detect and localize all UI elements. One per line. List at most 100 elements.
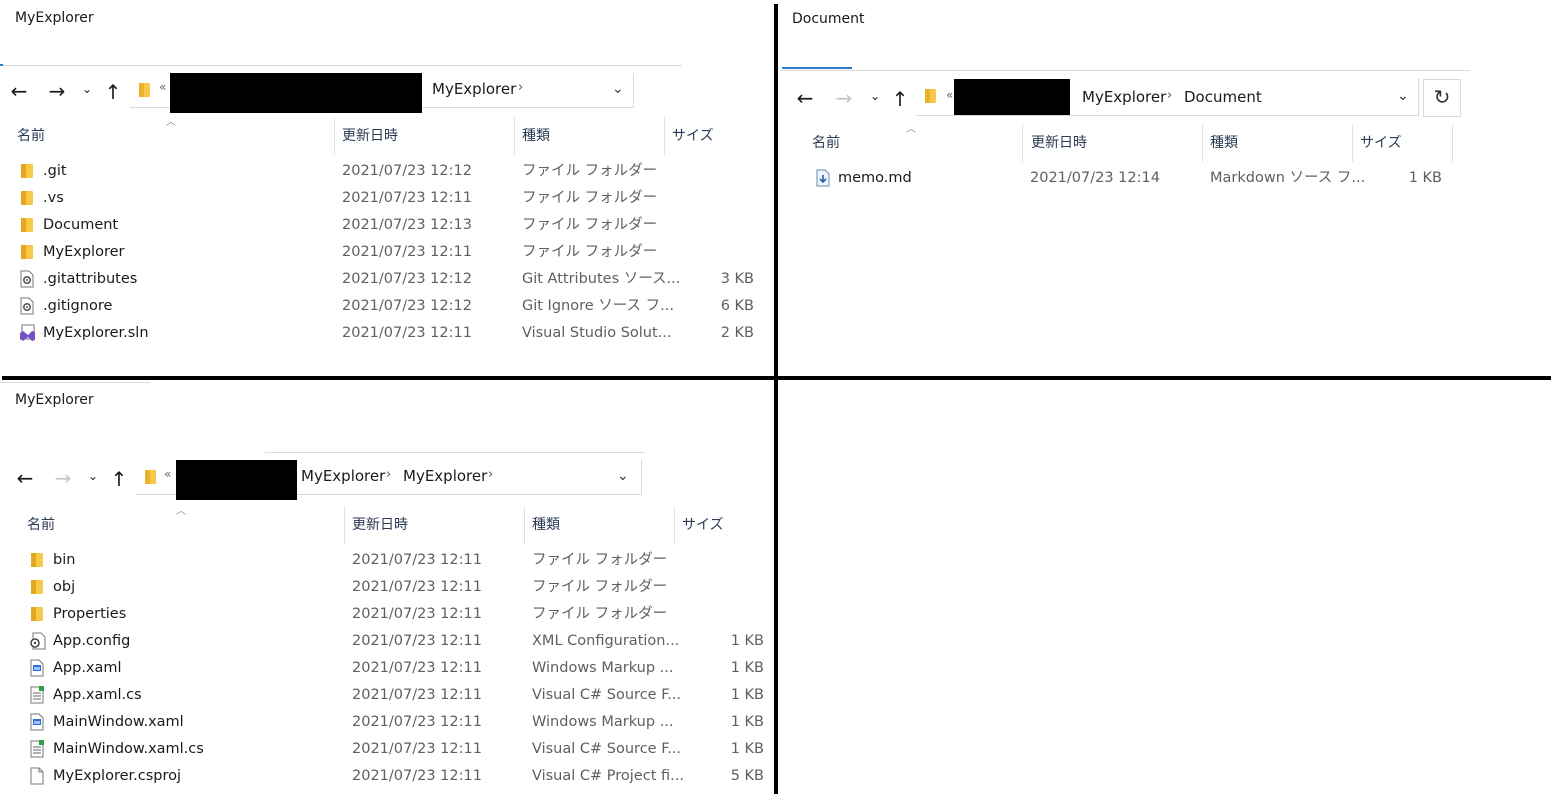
window-title: Document [792,11,865,27]
column-header-size[interactable]: サイズ [1360,132,1402,152]
folder-icon [19,162,35,180]
overflow-chevron-icon[interactable]: « [164,467,171,481]
up-button[interactable]: ↑ [889,88,911,110]
file-date: 2021/07/23 12:12 [342,163,472,179]
file-size: 1 KB [730,633,764,649]
breadcrumb-item[interactable]: Document [1184,88,1262,106]
forward-button[interactable]: → [833,87,855,109]
column-header-size[interactable]: サイズ [682,514,724,534]
recent-locations-button[interactable]: ⌄ [82,465,104,487]
file-date: 2021/07/23 12:11 [352,768,482,784]
settings-file-icon [19,297,35,315]
column-divider [1022,124,1023,162]
forward-button[interactable]: → [52,467,74,489]
explorer-pane-top-right: Document ← → ⌄ ↑ « MyExplorer › Document… [780,0,1551,378]
column-header-name[interactable]: 名前 [17,125,45,145]
refresh-button[interactable]: ↻ [1423,79,1461,117]
column-header-type[interactable]: 種類 [1210,132,1238,152]
column-divider [1202,124,1203,162]
file-type: Git Ignore ソース フ... [522,298,674,314]
up-button[interactable]: ↑ [108,468,130,490]
column-header-type[interactable]: 種類 [532,514,560,534]
column-header-date[interactable]: 更新日時 [342,125,398,145]
back-button[interactable]: ← [794,87,816,109]
address-bar[interactable]: « MyExplorer › ⌄ [130,73,634,113]
recent-locations-button[interactable]: ⌄ [864,85,886,107]
address-dropdown-icon[interactable]: ⌄ [617,468,629,484]
file-type: XML Configuration... [532,633,680,649]
back-button[interactable]: ← [8,80,30,102]
column-header-date[interactable]: 更新日時 [1031,132,1087,152]
file-type: Windows Markup ... [532,714,674,730]
ribbon-divider [780,70,1470,71]
forward-button[interactable]: → [46,80,68,102]
file-name: MainWindow.xaml.cs [53,741,204,757]
column-header-name[interactable]: 名前 [27,514,55,534]
column-header-name[interactable]: 名前 [812,132,840,152]
file-row[interactable]: bin 2021/07/23 12:11 ファイル フォルダー [0,548,770,572]
file-type: Visual C# Source F... [532,741,682,757]
file-row[interactable]: App.xaml.cs 2021/07/23 12:11 Visual C# Sou… [0,683,770,707]
back-button[interactable]: ← [14,467,36,489]
file-name: Properties [53,606,127,622]
breadcrumb-item[interactable]: MyExplorer [301,467,385,485]
column-divider [514,117,515,155]
column-header-type[interactable]: 種類 [522,125,550,145]
file-type: ファイル フォルダー [522,244,658,260]
column-header-date[interactable]: 更新日時 [352,514,408,534]
overflow-chevron-icon[interactable]: « [159,80,166,94]
breadcrumb-chevron-icon[interactable]: › [386,467,391,482]
breadcrumb-chevron-icon[interactable]: › [518,80,523,95]
file-date: 2021/07/23 12:14 [1030,170,1160,186]
file-row[interactable]: MyExplorer.sln 2021/07/23 12:11 Visual Stu… [0,321,770,345]
file-row[interactable]: .gitattributes 2021/07/23 12:12 Git Attrib… [0,267,770,291]
overflow-chevron-icon[interactable]: « [946,88,953,102]
address-bar[interactable]: « MyExplorer › MyExplorer › ⌄ [136,460,642,500]
file-row[interactable]: MyExplorer.csproj 2021/07/23 12:11 Visual … [0,764,770,788]
file-row[interactable]: memo.md 2021/07/23 12:14 Markdown ソース フ...… [780,166,1480,190]
file-date: 2021/07/23 12:11 [352,660,482,676]
file-size: 1 KB [730,687,764,703]
breadcrumb-chevron-icon[interactable]: › [488,467,493,482]
folder-icon [924,88,938,103]
file-size: 1 KB [730,714,764,730]
breadcrumb-item[interactable]: MyExplorer [1082,88,1166,106]
file-date: 2021/07/23 12:12 [342,271,472,287]
file-row[interactable]: MainWindow.xaml.cs 2021/07/23 12:11 Visual… [0,737,770,761]
file-size: 1 KB [730,741,764,757]
file-row[interactable]: .git 2021/07/23 12:12 ファイル フォルダー [0,159,770,183]
file-row[interactable]: MyExplorer 2021/07/23 12:11 ファイル フォルダー [0,240,770,264]
explorer-pane-top-left: MyExplorer ← → ⌄ ↑ « MyExplorer › ⌄ ︿ 名前… [0,0,775,378]
file-row[interactable]: App.config 2021/07/23 12:11 XML Configurat… [0,629,770,653]
file-row[interactable]: App.xaml 2021/07/23 12:11 Windows Markup .… [0,656,770,680]
file-row[interactable]: obj 2021/07/23 12:11 ファイル フォルダー [0,575,770,599]
breadcrumb-item[interactable]: MyExplorer [403,467,487,485]
file-name: .git [43,163,67,179]
address-dropdown-icon[interactable]: ⌄ [1397,88,1409,104]
file-name: MyExplorer.csproj [53,768,182,784]
up-button[interactable]: ↑ [102,81,124,103]
file-date: 2021/07/23 12:11 [352,741,482,757]
file-size: 5 KB [730,768,764,784]
file-date: 2021/07/23 12:11 [342,244,472,260]
redacted-path [954,79,1070,115]
address-dropdown-icon[interactable]: ⌄ [612,81,624,97]
file-size: 1 KB [730,660,764,676]
file-type: ファイル フォルダー [522,163,658,179]
file-name: MyExplorer [43,244,125,260]
file-row[interactable]: Document 2021/07/23 12:13 ファイル フォルダー [0,213,770,237]
file-row[interactable]: .vs 2021/07/23 12:11 ファイル フォルダー [0,186,770,210]
file-row[interactable]: MainWindow.xaml 2021/07/23 12:11 Windows M… [0,710,770,734]
file-row[interactable]: .gitignore 2021/07/23 12:12 Git Ignore ソース… [0,294,770,318]
breadcrumb-chevron-icon[interactable]: › [1167,88,1172,103]
address-bar[interactable]: « MyExplorer › Document ⌄ [916,79,1419,116]
breadcrumb-item[interactable]: MyExplorer [432,80,516,98]
file-type: Visual Studio Solut... [522,325,672,341]
file-date: 2021/07/23 12:13 [342,217,472,233]
file-date: 2021/07/23 12:11 [352,579,482,595]
file-row[interactable]: Properties 2021/07/23 12:11 ファイル フォルダー [0,602,770,626]
folder-icon [138,82,152,97]
recent-locations-button[interactable]: ⌄ [76,78,98,100]
file-date: 2021/07/23 12:11 [352,552,482,568]
column-header-size[interactable]: サイズ [672,125,714,145]
